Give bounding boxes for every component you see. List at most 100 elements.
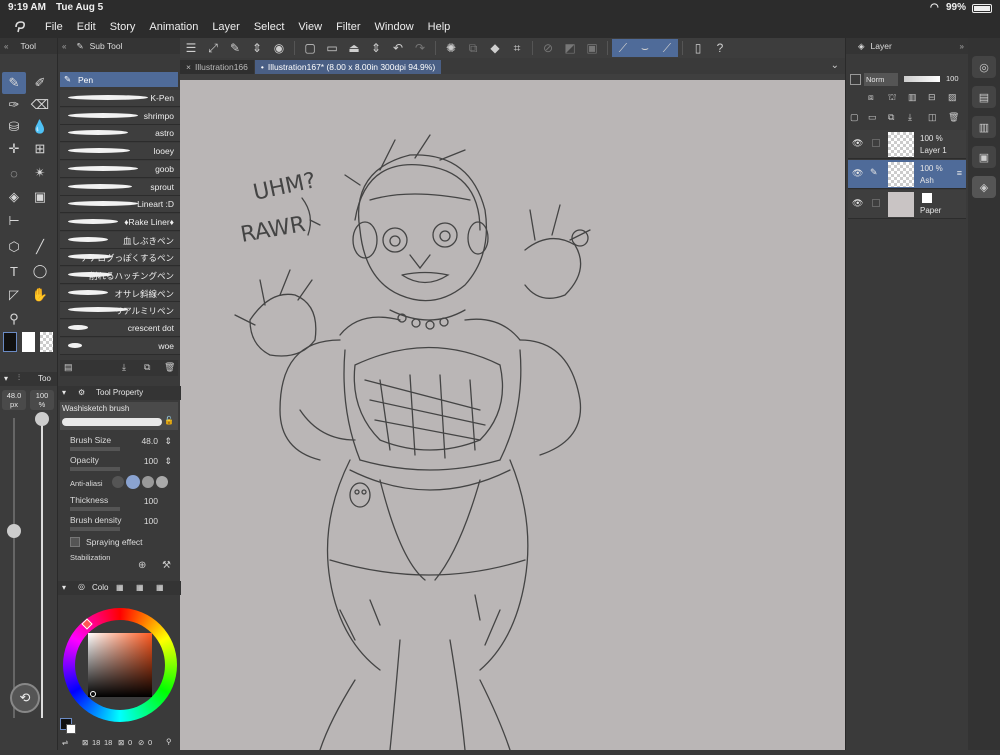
fill-icon[interactable]: ◆: [484, 39, 506, 57]
export-stepper-icon[interactable]: ⇕: [365, 39, 387, 57]
lock-transparent-icon[interactable]: ▥: [908, 92, 917, 103]
line-tool-icon[interactable]: ╱: [28, 236, 52, 258]
new-file-icon[interactable]: ▢: [299, 39, 321, 57]
open-folder-icon[interactable]: ▭: [321, 39, 343, 57]
undo-icon[interactable]: ↶: [387, 39, 409, 57]
reference-icon[interactable]: ⛫: [888, 92, 896, 104]
brush-item[interactable]: ♦Rake Liner♦: [60, 213, 180, 231]
brush-item[interactable]: crescent dot: [60, 320, 180, 338]
intermediate-tab-icon[interactable]: ▦: [136, 583, 144, 592]
density-bar[interactable]: [70, 527, 120, 531]
menu-file[interactable]: File: [38, 21, 70, 33]
redo-icon[interactable]: ↷: [409, 39, 431, 57]
duplicate-icon[interactable]: ⧉: [144, 362, 150, 373]
history-tab-icon[interactable]: ▦: [156, 583, 164, 592]
pen-tool-icon[interactable]: ✎: [2, 72, 26, 94]
edit-icon[interactable]: ✎: [224, 39, 246, 57]
merge-down-icon[interactable]: ⤓: [908, 112, 912, 123]
invert-icon[interactable]: ◩: [559, 39, 581, 57]
app-logo-icon[interactable]: [8, 16, 32, 38]
wrench-icon[interactable]: ⚒: [162, 560, 171, 571]
duplicate-layer-icon[interactable]: ⧉: [888, 112, 894, 123]
brush-item[interactable]: K-Pen: [60, 90, 180, 107]
brush-item[interactable]: woe: [60, 337, 180, 355]
text-tool-icon[interactable]: T: [2, 260, 26, 282]
menu-edit[interactable]: Edit: [70, 21, 103, 33]
layer-stack-icon[interactable]: ◈: [972, 176, 996, 198]
opacity-slider[interactable]: [904, 76, 940, 82]
new-folder-icon[interactable]: ▭: [868, 112, 877, 123]
hue-cursor[interactable]: [81, 618, 93, 630]
menu-help[interactable]: Help: [421, 21, 458, 33]
menu-list-icon[interactable]: ☰: [180, 39, 202, 57]
device-icon[interactable]: ▯: [687, 39, 709, 57]
figure-tool-icon[interactable]: ⬡: [2, 236, 26, 258]
density-row[interactable]: Brush density 100: [62, 514, 178, 534]
delete-layer-icon[interactable]: 🗑: [948, 112, 959, 123]
color-set-tab-icon[interactable]: ▦: [116, 583, 124, 592]
brush-size-row[interactable]: Brush Size 48.0 ⇕: [62, 434, 178, 454]
tab-illustration167[interactable]: • Illustration167* (8.00 x 8.00in 300dpi…: [254, 60, 442, 74]
thickness-bar[interactable]: [70, 507, 120, 511]
snap-ruler-icon[interactable]: ⟋: [612, 39, 634, 57]
collapse-icon[interactable]: «: [4, 42, 8, 51]
stepper-icon[interactable]: ⇕: [164, 456, 172, 467]
layer-color-icon[interactable]: [850, 74, 861, 85]
ruler-tool-icon[interactable]: ◸: [2, 284, 26, 306]
color-wheel[interactable]: [63, 608, 177, 722]
layer-row-ash[interactable]: 👁 ✎ 100 % Ash ≡: [848, 160, 966, 189]
layer-check[interactable]: [872, 199, 880, 207]
transform-tool-icon[interactable]: ⊞: [28, 138, 52, 160]
brush-item[interactable]: shrimpo: [60, 107, 180, 125]
clip-icon[interactable]: ⧈: [868, 92, 874, 103]
crop-icon[interactable]: ⌗: [506, 39, 528, 57]
snap-guide-icon[interactable]: ⟋: [656, 39, 678, 57]
mask-add-icon[interactable]: ◫: [928, 112, 937, 123]
subtool-menu-icon[interactable]: ▤: [64, 362, 73, 373]
stepper-icon[interactable]: ⇕: [246, 39, 268, 57]
saturation-value-square[interactable]: [88, 633, 152, 697]
color-picker-cursor[interactable]: [90, 691, 96, 697]
magic-wand-icon[interactable]: ✴: [28, 162, 52, 184]
eye-icon[interactable]: 👁: [852, 138, 863, 149]
eyedropper-icon[interactable]: ⚲: [2, 308, 26, 330]
menu-window[interactable]: Window: [368, 21, 421, 33]
layer-check[interactable]: [872, 139, 880, 147]
brush-item[interactable]: オサレ斜線ペン: [60, 284, 180, 302]
object-select-icon[interactable]: ⊢: [2, 210, 26, 232]
brush-size-bar[interactable]: [70, 447, 120, 451]
collapse-icon[interactable]: »: [960, 42, 964, 51]
lasso-tool-icon[interactable]: ◌: [2, 162, 26, 184]
gradient-tool-icon[interactable]: ▣: [28, 186, 52, 208]
menu-view[interactable]: View: [291, 21, 329, 33]
brush-item[interactable]: アナログっぽくするペン: [60, 249, 180, 267]
blend-tool-icon[interactable]: 💧: [28, 116, 52, 138]
menu-select[interactable]: Select: [247, 21, 292, 33]
eraser-tool-icon[interactable]: ⌫: [28, 94, 52, 116]
antialias-strong[interactable]: [156, 476, 168, 488]
deselect-icon[interactable]: ⊘: [537, 39, 559, 57]
pencil-tool-icon[interactable]: ✐: [28, 72, 52, 94]
copy-icon[interactable]: ⧉: [462, 39, 484, 57]
antialias-medium[interactable]: [142, 476, 154, 488]
brush-item[interactable]: Lineart :D: [60, 196, 180, 214]
antialias-weak[interactable]: [126, 475, 140, 489]
drag-handle-icon[interactable]: ≡: [957, 168, 962, 178]
help-icon[interactable]: ?: [709, 39, 731, 57]
layer-row-paper[interactable]: 👁 Paper: [848, 190, 966, 219]
transform-icon[interactable]: ⤢: [202, 39, 224, 57]
sub-color-chip[interactable]: [66, 724, 76, 734]
subtool-group-pen[interactable]: ✎ Pen: [60, 72, 178, 87]
lock-icon[interactable]: 🔓: [164, 416, 174, 425]
transparent-swatch[interactable]: [40, 332, 53, 352]
opacity-slider-thumb[interactable]: [35, 412, 49, 426]
layer-row-layer1[interactable]: 👁 100 % Layer 1: [848, 130, 966, 159]
hand-tool-icon[interactable]: ✋: [28, 284, 52, 306]
menu-animation[interactable]: Animation: [142, 21, 205, 33]
size-slider-thumb[interactable]: [7, 524, 21, 538]
brush-item[interactable]: astro: [60, 125, 180, 143]
save-icon[interactable]: ⏏: [343, 39, 365, 57]
mask-icon[interactable]: ▨: [948, 92, 957, 103]
opacity-bar[interactable]: [70, 467, 120, 471]
size-slider-track[interactable]: [13, 418, 15, 718]
